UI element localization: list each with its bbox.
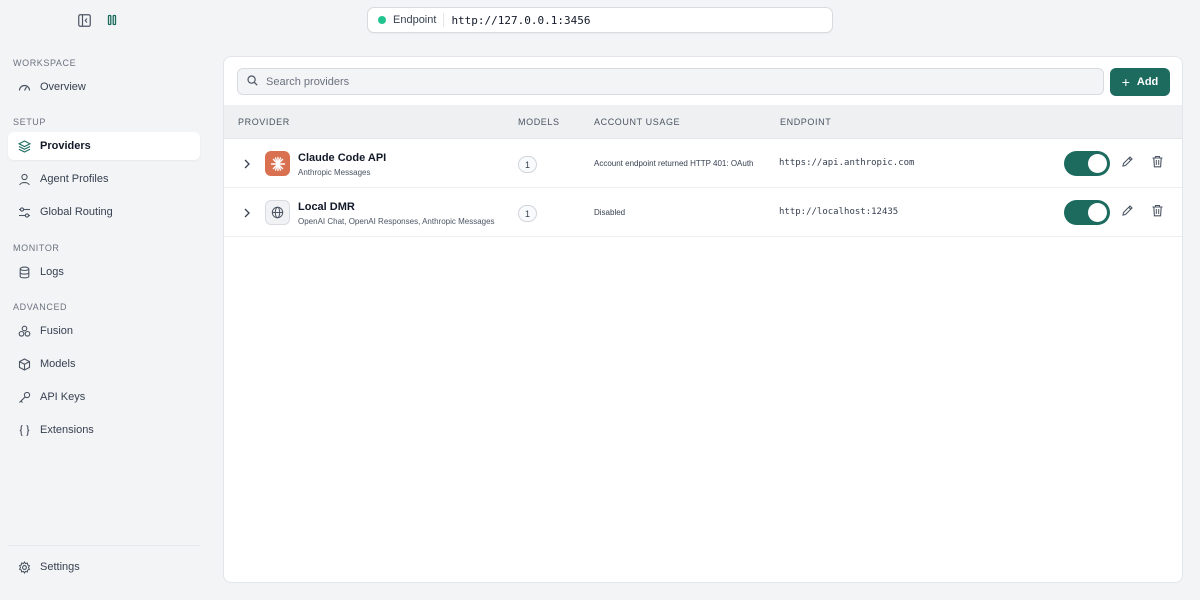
toggle-knob	[1088, 203, 1107, 222]
section-title-workspace: WORKSPACE	[13, 58, 77, 68]
trash-icon[interactable]	[1151, 204, 1165, 218]
sidebar-collapse-icon[interactable]	[76, 12, 92, 28]
sidebar: WORKSPACE Overview SETUP Providers Agent…	[0, 40, 208, 600]
sidebar-item-providers[interactable]: Providers	[8, 132, 200, 160]
endpoint-label: Endpoint	[393, 14, 437, 26]
sidebar-item-label: Providers	[40, 140, 91, 152]
account-usage: Disabled	[594, 208, 626, 217]
sidebar-item-logs[interactable]: Logs	[8, 258, 200, 286]
sidebar-item-label: Settings	[40, 561, 80, 573]
sidebar-item-label: Agent Profiles	[40, 173, 109, 185]
sidebar-item-global-routing[interactable]: Global Routing	[8, 198, 200, 226]
sidebar-item-api-keys[interactable]: API Keys	[8, 383, 200, 411]
fusion-icon	[17, 324, 31, 338]
column-header-models: MODELS	[518, 117, 560, 127]
gauge-icon	[17, 80, 31, 94]
add-provider-button[interactable]: + Add	[1110, 68, 1170, 96]
enable-toggle[interactable]	[1064, 151, 1110, 176]
add-button-label: Add	[1136, 76, 1159, 88]
braces-icon	[17, 423, 31, 437]
sidebar-item-label: Models	[40, 358, 76, 370]
section-title-setup: SETUP	[13, 117, 47, 127]
provider-endpoint: https://api.anthropic.com	[779, 158, 915, 168]
key-icon	[17, 390, 31, 404]
column-header-endpoint: ENDPOINT	[780, 117, 832, 127]
search-icon	[247, 73, 258, 91]
account-usage: Account endpoint returned HTTP 401: OAut…	[594, 159, 754, 168]
sliders-icon	[17, 205, 31, 219]
pencil-icon[interactable]	[1121, 155, 1135, 169]
models-count-badge: 1	[518, 156, 537, 173]
sidebar-item-extensions[interactable]: Extensions	[8, 416, 200, 444]
table-row[interactable]: Local DMR OpenAI Chat, OpenAI Responses,…	[224, 188, 1182, 237]
sidebar-item-fusion[interactable]: Fusion	[8, 317, 200, 345]
column-header-provider: PROVIDER	[238, 117, 290, 127]
table-header: PROVIDER MODELS ACCOUNT USAGE ENDPOINT	[224, 105, 1182, 139]
endpoint-url: http://127.0.0.1:3456	[451, 13, 591, 27]
toggle-knob	[1088, 154, 1107, 173]
globe-icon	[265, 200, 290, 225]
search-input[interactable]	[266, 75, 1086, 88]
sidebar-item-label: API Keys	[40, 391, 86, 403]
sidebar-item-label: Logs	[40, 266, 64, 278]
plus-icon: +	[1121, 74, 1130, 90]
provider-name: Local DMR	[298, 201, 355, 213]
pencil-icon[interactable]	[1121, 204, 1135, 218]
endpoint-indicator[interactable]: Endpoint http://127.0.0.1:3456	[367, 7, 833, 33]
cube-icon	[17, 357, 31, 371]
sidebar-item-label: Global Routing	[40, 206, 113, 218]
column-header-account-usage: ACCOUNT USAGE	[594, 117, 681, 127]
provider-protocols: Anthropic Messages	[298, 168, 371, 177]
gear-icon	[17, 560, 31, 574]
provider-name: Claude Code API	[298, 152, 387, 164]
sidebar-item-models[interactable]: Models	[8, 350, 200, 378]
sidebar-divider	[8, 545, 200, 546]
divider	[443, 13, 445, 27]
sidebar-item-settings[interactable]: Settings	[8, 553, 200, 581]
enable-toggle[interactable]	[1064, 200, 1110, 225]
sidebar-item-label: Fusion	[40, 325, 74, 337]
layers-icon	[17, 139, 31, 153]
trash-icon[interactable]	[1151, 155, 1165, 169]
sidebar-item-label: Extensions	[40, 424, 94, 436]
table-row[interactable]: Claude Code API Anthropic Messages 1 Acc…	[224, 139, 1182, 188]
status-dot	[378, 16, 386, 24]
provider-protocols: OpenAI Chat, OpenAI Responses, Anthropic…	[298, 217, 495, 226]
section-title-monitor: MONITOR	[13, 243, 60, 253]
top-bar: Endpoint http://127.0.0.1:3456	[0, 0, 1200, 40]
user-icon	[17, 172, 31, 186]
chevron-right-icon[interactable]	[242, 206, 252, 218]
database-icon	[17, 265, 31, 279]
sidebar-item-overview[interactable]: Overview	[8, 73, 200, 101]
models-count-badge: 1	[518, 205, 537, 222]
providers-panel: + Add PROVIDER MODELS ACCOUNT USAGE ENDP…	[223, 56, 1183, 583]
search-bar[interactable]	[237, 68, 1104, 95]
sidebar-item-agent-profiles[interactable]: Agent Profiles	[8, 165, 200, 193]
anthropic-burst-icon	[265, 151, 290, 176]
chevron-right-icon[interactable]	[242, 157, 252, 169]
sidebar-item-label: Overview	[40, 81, 86, 93]
section-title-advanced: ADVANCED	[13, 302, 68, 312]
provider-endpoint: http://localhost:12435	[779, 207, 899, 217]
pause-icon[interactable]	[104, 12, 120, 28]
